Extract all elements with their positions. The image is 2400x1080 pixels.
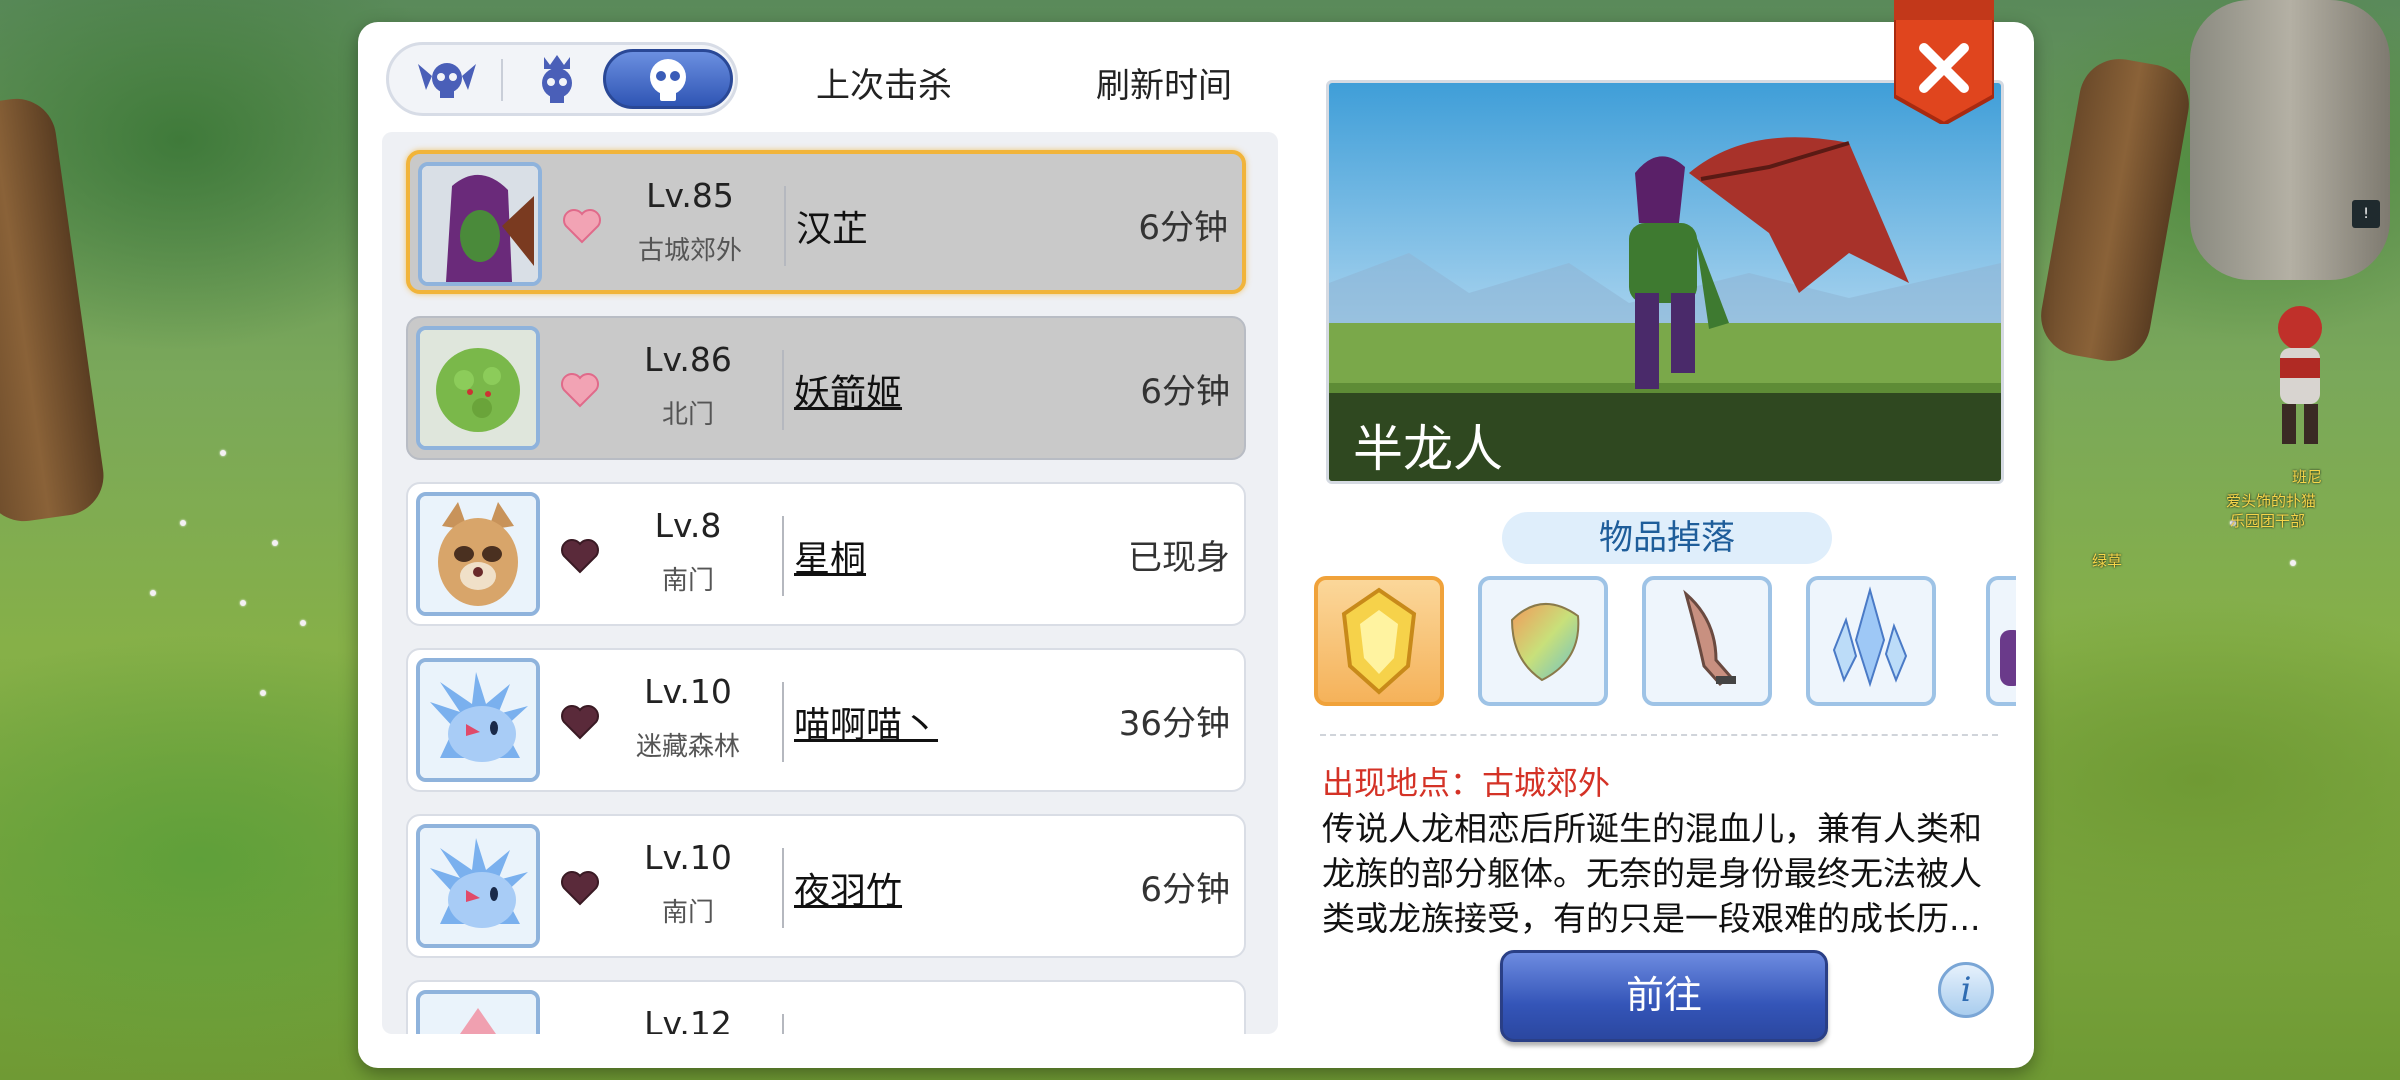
ice-crystal-icon <box>1832 586 1908 688</box>
monster-level: Lv.10 <box>644 838 732 877</box>
tree-trunk <box>2190 0 2390 280</box>
list-item[interactable]: Lv.8 南门 星桐 已现身 <box>406 482 1246 626</box>
npc-label: 爱头饰的扑猫 <box>2226 492 2317 510</box>
npc-label: 绿草 <box>2092 552 2123 570</box>
tree-trunk <box>0 93 109 527</box>
purple-item-icon <box>2000 630 2016 686</box>
monster-level: Lv.86 <box>644 340 732 379</box>
monster-location: 北门 <box>661 400 714 430</box>
claw-icon <box>1683 589 1736 687</box>
green-bush-portrait-icon <box>420 330 536 446</box>
list-item[interactable]: Lv.10 南门 夜羽竹 6分钟 <box>406 814 1246 958</box>
divider <box>1320 734 1998 736</box>
row-separator <box>782 1014 784 1034</box>
drop-item[interactable] <box>1478 576 1608 706</box>
refresh-time: 6分钟 <box>1140 870 1230 910</box>
row-separator <box>782 848 784 928</box>
tree-trunk <box>2034 52 2196 368</box>
refresh-time: 已现身 <box>1128 538 1230 578</box>
monster-portrait <box>418 162 542 286</box>
flower <box>272 540 278 546</box>
gold-emblem-icon <box>1341 587 1417 695</box>
row-separator <box>782 516 784 596</box>
flower <box>300 620 306 626</box>
last-killer-name: 汉芷 <box>796 209 869 250</box>
monster-portrait <box>416 824 540 948</box>
monster-portrait <box>416 326 540 450</box>
last-killer-name[interactable]: 夜羽竹 <box>794 862 902 914</box>
row-separator <box>784 186 786 266</box>
flower <box>220 450 226 456</box>
flower <box>2290 560 2296 566</box>
monster-portrait <box>416 990 540 1034</box>
favorite-heart-icon[interactable] <box>560 372 600 408</box>
drops-title: 物品掉落 <box>1502 512 1832 564</box>
blue-fluff-portrait-icon <box>420 828 536 944</box>
monster-level: Lv.85 <box>646 176 734 215</box>
info-button[interactable]: i <box>1938 962 1994 1018</box>
list-item[interactable]: Lv.85 古城郊外 汉芷 6分钟 <box>406 150 1246 294</box>
blue-fluff-portrait-icon <box>420 662 536 778</box>
skull-icon <box>650 59 686 101</box>
drop-item[interactable] <box>1642 576 1772 706</box>
rainbow-leaf-icon <box>1510 602 1580 682</box>
npc-label: 班尼 <box>2292 468 2323 486</box>
favorite-heart-icon[interactable] <box>560 538 600 574</box>
monster-preview: 半龙人 <box>1326 80 2004 484</box>
flower <box>260 690 266 696</box>
tab-mini[interactable] <box>507 49 607 109</box>
monster-portrait <box>416 658 540 782</box>
list-item[interactable]: Lv.10 迷藏森林 喵啊喵丶 36分钟 <box>406 648 1246 792</box>
drop-item[interactable] <box>1314 576 1444 706</box>
close-button[interactable] <box>1894 0 1994 124</box>
monster-name-bar: 半龙人 <box>1329 393 2001 481</box>
monster-level: Lv.8 <box>654 506 722 545</box>
monster-description: 传说人龙相恋后所诞生的混血儿，兼有人类和龙族的部分躯体。无奈的是身份最终无法被人… <box>1322 809 1982 938</box>
monster-list[interactable]: Lv.85 古城郊外 汉芷 6分钟 Lv.86 北门 妖箭姬 6分钟 Lv.8 … <box>382 132 1278 1034</box>
mini-boss-crown-icon <box>542 55 572 103</box>
refresh-time-header: 刷新时间 <box>1096 66 1232 106</box>
pink-portrait-icon <box>420 994 536 1034</box>
npc-label: 乐园团干部 <box>2230 512 2306 530</box>
boss-category-tabs <box>386 42 738 116</box>
list-item[interactable]: Lv.86 北门 妖箭姬 6分钟 <box>406 316 1246 460</box>
mvp-skull-wings-icon <box>418 63 476 98</box>
tab-divider <box>501 59 503 101</box>
refresh-time: 6分钟 <box>1140 372 1230 412</box>
row-separator <box>782 682 784 762</box>
refresh-time: 36分钟 <box>1118 704 1230 744</box>
flower <box>240 600 246 606</box>
favorite-heart-icon[interactable] <box>562 208 602 244</box>
monster-location: 南门 <box>661 566 714 596</box>
last-killer-name[interactable]: 星桐 <box>794 530 866 582</box>
drop-item[interactable] <box>1986 576 2016 706</box>
go-button[interactable]: 前往 <box>1500 950 1828 1042</box>
flower <box>150 590 156 596</box>
last-killer-name[interactable]: 妖箭姬 <box>794 364 902 416</box>
favorite-heart-icon[interactable] <box>560 704 600 740</box>
monster-name: 半龙人 <box>1353 420 1503 478</box>
notification-badge[interactable]: ! <box>2352 200 2380 228</box>
monster-portrait <box>416 492 540 616</box>
monster-location: 迷藏森林 <box>635 732 740 762</box>
tab-mvp[interactable] <box>397 49 497 109</box>
favorite-heart-icon[interactable] <box>560 870 600 906</box>
monster-level: Lv.10 <box>644 672 732 711</box>
player-character[interactable] <box>2250 300 2350 460</box>
last-kill-header: 上次击杀 <box>816 66 952 106</box>
monster-location: 古城郊外 <box>637 236 742 266</box>
list-item[interactable]: Lv.12 <box>406 980 1246 1034</box>
refresh-time: 6分钟 <box>1138 208 1228 248</box>
last-killer-name[interactable]: 喵啊喵丶 <box>794 696 938 748</box>
monster-level: Lv.12 <box>644 1004 732 1034</box>
dragon-hybrid-portrait-icon <box>422 166 538 282</box>
drop-item[interactable] <box>1806 576 1936 706</box>
spawn-location: 出现地点：古城郊外 <box>1322 764 1611 802</box>
tab-normal[interactable] <box>603 49 733 109</box>
row-separator <box>782 350 784 430</box>
flower <box>180 520 186 526</box>
monster-location: 南门 <box>661 898 714 928</box>
raccoon-portrait-icon <box>420 496 536 612</box>
